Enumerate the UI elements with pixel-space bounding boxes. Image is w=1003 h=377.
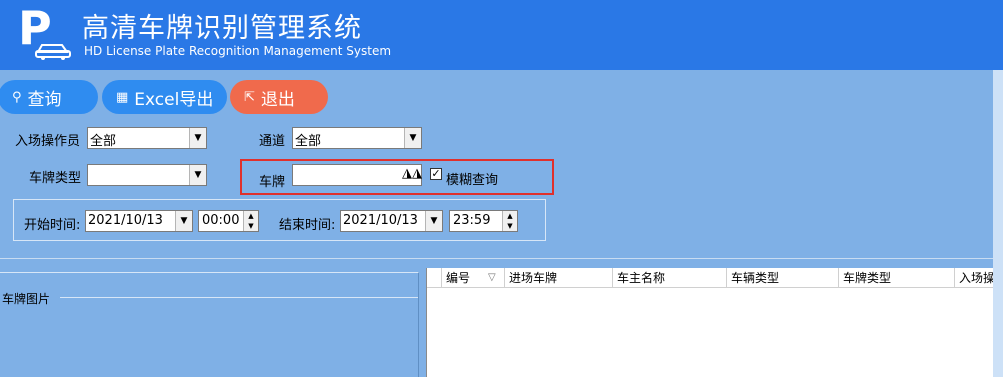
- plate-photo-panel: [0, 272, 419, 377]
- plate-label: 车牌: [259, 175, 286, 190]
- binoculars-icon[interactable]: ◮◮: [402, 166, 422, 181]
- start-time-spinner[interactable]: 00:00 ▲ ▼: [198, 210, 259, 232]
- chevron-down-icon[interactable]: ▼: [189, 128, 206, 148]
- column-header-plate-type[interactable]: 车牌类型: [839, 268, 955, 288]
- end-time-spinner[interactable]: 23:59 ▲ ▼: [449, 210, 518, 232]
- column-header-id[interactable]: 编号 ▽: [442, 268, 505, 288]
- channel-label: 通道: [259, 134, 286, 149]
- plate-type-select[interactable]: ▼: [87, 164, 207, 186]
- parking-logo-icon: P: [18, 4, 71, 60]
- query-button-label: 查询: [27, 89, 62, 110]
- start-date-value: 2021/10/13: [88, 213, 163, 228]
- row-header-cell: [427, 268, 442, 288]
- chevron-down-icon[interactable]: ▼: [425, 211, 442, 231]
- section-divider: [0, 258, 993, 259]
- end-time-label: 结束时间:: [279, 218, 336, 233]
- chevron-down-icon[interactable]: ▼: [175, 211, 192, 231]
- group-box-line: [60, 297, 418, 298]
- operator-select[interactable]: 全部 ▼: [87, 127, 207, 149]
- query-button[interactable]: ⚲ 查询: [0, 80, 98, 114]
- start-time-value: 00:00: [202, 213, 240, 228]
- operator-value: 全部: [90, 134, 117, 149]
- logout-icon: ⇱: [244, 89, 255, 105]
- end-date-value: 2021/10/13: [343, 213, 418, 228]
- svg-text:P: P: [18, 4, 52, 55]
- fuzzy-query-label: 模糊查询: [446, 173, 499, 188]
- app-title: 高清车牌识别管理系统: [82, 13, 362, 44]
- app-header: P 高清车牌识别管理系统 HD License Plate Recognitio…: [0, 0, 1003, 70]
- excel-export-button-label: Excel导出: [134, 89, 214, 110]
- end-time-value: 23:59: [453, 213, 491, 228]
- column-header-owner[interactable]: 车主名称: [613, 268, 727, 288]
- fuzzy-query-checkbox[interactable]: ✓: [430, 168, 442, 180]
- exit-button[interactable]: ⇱ 退出: [230, 80, 328, 114]
- spin-up-icon[interactable]: ▲: [244, 211, 258, 221]
- column-header-vehicle-type[interactable]: 车辆类型: [727, 268, 839, 288]
- exit-button-label: 退出: [260, 89, 295, 110]
- excel-icon: ▦: [116, 89, 129, 105]
- spin-down-icon[interactable]: ▼: [244, 221, 258, 231]
- search-icon: ⚲: [12, 89, 22, 105]
- spin-down-icon[interactable]: ▼: [503, 221, 517, 231]
- column-header-entry-operator[interactable]: 入场操作: [955, 268, 993, 288]
- column-header-id-label: 编号: [446, 271, 471, 285]
- start-time-label: 开始时间:: [24, 218, 81, 233]
- plate-photo-label: 车牌图片: [2, 292, 51, 306]
- plate-type-label: 车牌类型: [29, 171, 82, 186]
- sort-icon: ▽: [488, 272, 496, 283]
- start-date-picker[interactable]: 2021/10/13 ▼: [85, 210, 193, 232]
- records-grid[interactable]: 编号 ▽ 进场车牌 车主名称 车辆类型 车牌类型 入场操作: [426, 268, 993, 377]
- channel-value: 全部: [295, 134, 322, 149]
- column-header-entry-plate[interactable]: 进场车牌: [505, 268, 613, 288]
- spin-up-icon[interactable]: ▲: [503, 211, 517, 221]
- chevron-down-icon[interactable]: ▼: [404, 128, 421, 148]
- app-subtitle: HD License Plate Recognition Management …: [84, 44, 392, 58]
- excel-export-button[interactable]: ▦ Excel导出: [102, 80, 227, 114]
- channel-select[interactable]: 全部 ▼: [292, 127, 422, 149]
- operator-label: 入场操作员: [15, 134, 81, 149]
- end-date-picker[interactable]: 2021/10/13 ▼: [340, 210, 443, 232]
- chevron-down-icon[interactable]: ▼: [189, 165, 206, 185]
- window-edge: [993, 70, 1003, 377]
